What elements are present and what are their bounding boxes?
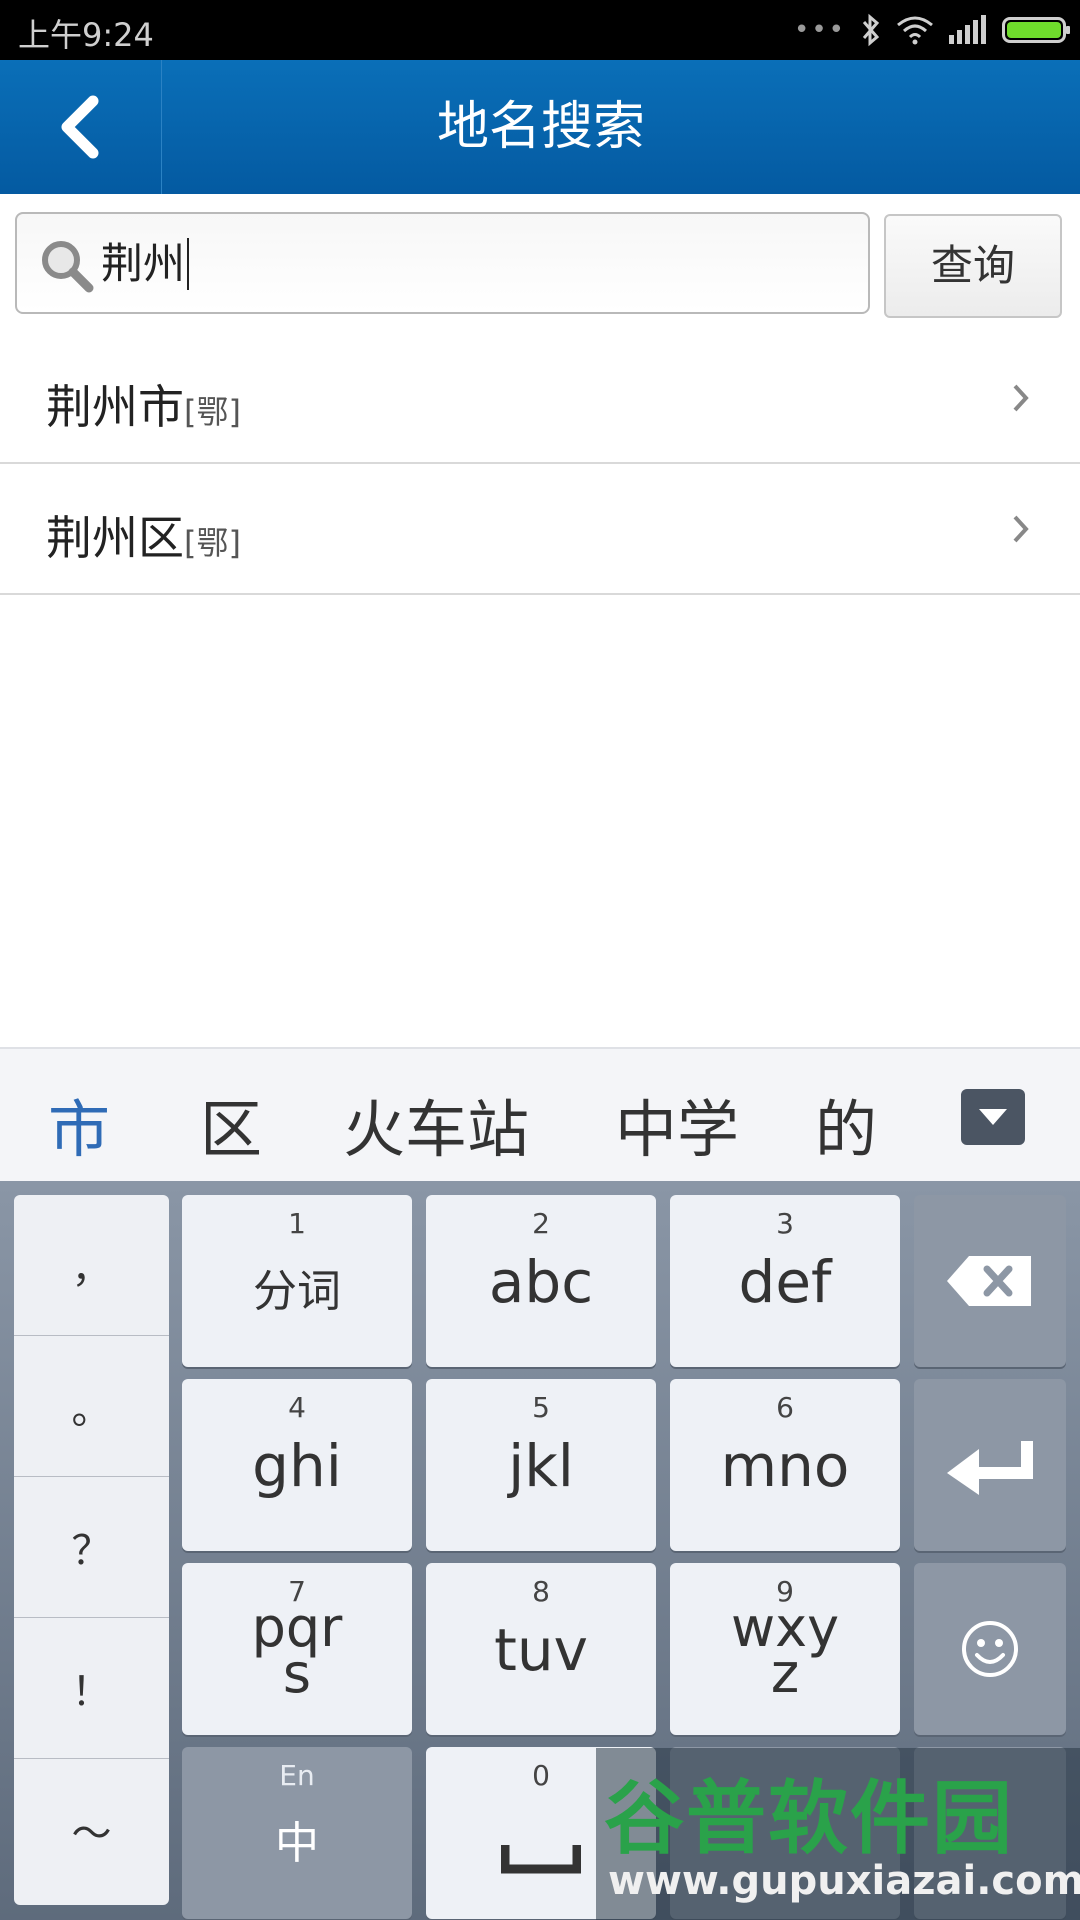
key-8[interactable]: 8 tuv bbox=[426, 1563, 656, 1735]
candidate-word[interactable]: 市 bbox=[48, 1079, 110, 1169]
watermark-url: www.gupuxiazai.com bbox=[608, 1858, 1080, 1904]
battery-icon bbox=[1002, 17, 1070, 43]
collapse-keyboard-button[interactable] bbox=[961, 1089, 1025, 1145]
emoji-key[interactable] bbox=[914, 1563, 1066, 1735]
chevron-right-icon bbox=[1013, 384, 1029, 412]
key-label: abc bbox=[488, 1248, 594, 1316]
search-input-value: 荆州 bbox=[101, 238, 190, 290]
candidate-bar: 市 区 火车站 中学 的 bbox=[0, 1047, 1080, 1181]
emoji-icon bbox=[962, 1621, 1018, 1677]
title-bar: 地名搜索 bbox=[0, 60, 1080, 194]
backspace-icon bbox=[947, 1256, 1031, 1306]
result-name: 荆州市[鄂] bbox=[46, 380, 241, 434]
punctuation-key[interactable]: 。 bbox=[14, 1336, 169, 1477]
key-number: 2 bbox=[532, 1207, 550, 1240]
key-number: 3 bbox=[776, 1207, 794, 1240]
key-label: jkl bbox=[508, 1432, 574, 1500]
candidate-word[interactable]: 区 bbox=[200, 1079, 262, 1169]
punctuation-key[interactable]: ， bbox=[14, 1195, 169, 1336]
key-number: 6 bbox=[776, 1391, 794, 1424]
punctuation-key[interactable]: ！ bbox=[14, 1618, 169, 1759]
list-item[interactable]: 荆州区[鄂] bbox=[0, 464, 1080, 595]
lang-primary: 中 bbox=[275, 1818, 319, 1869]
key-number: 8 bbox=[532, 1575, 550, 1608]
key-label: mno bbox=[720, 1432, 850, 1500]
candidate-word[interactable]: 火车站 bbox=[343, 1079, 529, 1169]
status-icons: ••• bbox=[793, 10, 1070, 50]
key-number: 1 bbox=[288, 1207, 306, 1240]
search-icon bbox=[42, 241, 94, 293]
key-3[interactable]: 3 def bbox=[670, 1195, 900, 1367]
chevron-down-icon bbox=[979, 1109, 1007, 1125]
key-2[interactable]: 2 abc bbox=[426, 1195, 656, 1367]
enter-icon bbox=[947, 1441, 1033, 1495]
result-list: 荆州市[鄂] 荆州区[鄂] bbox=[0, 333, 1080, 595]
key-6[interactable]: 6 mno bbox=[670, 1379, 900, 1551]
signal-icon bbox=[949, 15, 986, 44]
key-label: ghi bbox=[252, 1432, 342, 1500]
key-4[interactable]: 4 ghi bbox=[182, 1379, 412, 1551]
back-button[interactable] bbox=[0, 60, 162, 194]
more-dots-icon: ••• bbox=[793, 15, 846, 45]
key-5[interactable]: 5 jkl bbox=[426, 1379, 656, 1551]
query-button[interactable]: 查询 bbox=[884, 214, 1062, 318]
key-number: 5 bbox=[532, 1391, 550, 1424]
keyboard: ， 。 ？ ！ ～ 1 分词 2 abc 3 def 4 ghi 5 jkl 6… bbox=[0, 1181, 1080, 1920]
candidate-word[interactable]: 的 bbox=[815, 1079, 877, 1169]
result-tag: [鄂] bbox=[184, 393, 241, 431]
chevron-right-icon bbox=[1013, 515, 1029, 543]
key-label: tuv bbox=[494, 1616, 588, 1684]
key-label: def bbox=[738, 1248, 832, 1316]
list-item[interactable]: 荆州市[鄂] bbox=[0, 333, 1080, 464]
watermark: 谷普软件园 www.gupuxiazai.com bbox=[596, 1748, 1080, 1920]
search-input[interactable]: 荆州 bbox=[15, 212, 870, 314]
back-arrow-icon bbox=[61, 95, 99, 159]
punctuation-key[interactable]: ？ bbox=[14, 1477, 169, 1618]
bluetooth-icon bbox=[862, 13, 880, 47]
key-7[interactable]: 7 pqr s bbox=[182, 1563, 412, 1735]
backspace-key[interactable] bbox=[914, 1195, 1066, 1367]
language-switch-key[interactable]: En 中 bbox=[182, 1747, 412, 1919]
punctuation-column: ， 。 ？ ！ ～ bbox=[14, 1195, 169, 1905]
status-bar: 上午9:24 ••• bbox=[0, 0, 1080, 60]
punctuation-key[interactable]: ～ bbox=[14, 1759, 169, 1900]
key-label: 分词 bbox=[253, 1266, 341, 1317]
result-tag: [鄂] bbox=[184, 524, 241, 562]
search-row: 荆州 查询 bbox=[0, 194, 1080, 324]
key-number: 4 bbox=[288, 1391, 306, 1424]
page-title: 地名搜索 bbox=[436, 97, 645, 157]
wifi-icon bbox=[897, 16, 933, 45]
key-label: pqr s bbox=[251, 1596, 343, 1705]
space-icon bbox=[501, 1845, 581, 1874]
watermark-title: 谷普软件园 bbox=[604, 1772, 1014, 1865]
candidate-word[interactable]: 中学 bbox=[615, 1079, 739, 1169]
result-name: 荆州区[鄂] bbox=[46, 511, 241, 565]
key-9[interactable]: 9 wxy z bbox=[670, 1563, 900, 1735]
status-time: 上午9:24 bbox=[18, 16, 154, 54]
lang-secondary: En bbox=[279, 1759, 315, 1792]
enter-key[interactable] bbox=[914, 1379, 1066, 1551]
key-1[interactable]: 1 分词 bbox=[182, 1195, 412, 1367]
key-label: wxy z bbox=[730, 1596, 840, 1705]
